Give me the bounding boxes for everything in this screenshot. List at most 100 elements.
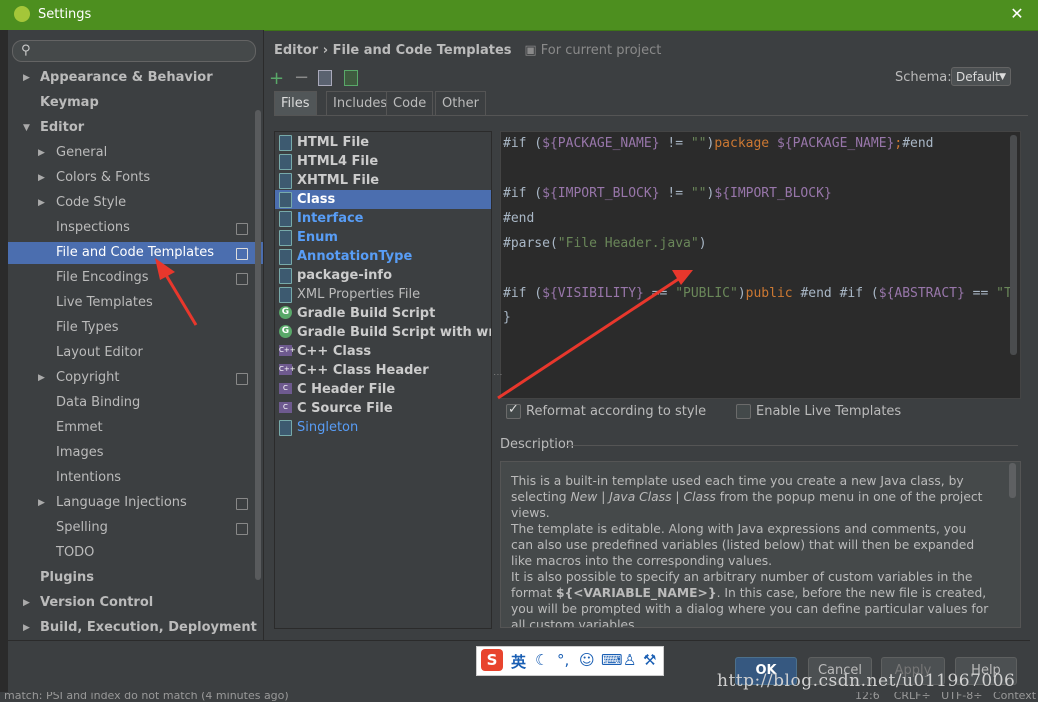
project-scope-icon: [236, 223, 248, 235]
template-label: Interface: [297, 211, 364, 226]
chevron-right-icon[interactable]: ▶: [38, 373, 45, 383]
sidebar-item-colors-fonts[interactable]: Colors & Fonts: [56, 167, 150, 189]
sidebar-item-file-types[interactable]: File Types: [56, 317, 119, 339]
desc-java-class: Java Class: [609, 490, 672, 504]
sidebar-item-plugins[interactable]: Plugins: [40, 567, 94, 589]
template-item[interactable]: C C Source File: [275, 399, 491, 418]
copy-template-icon[interactable]: [318, 70, 332, 86]
chevron-right-icon[interactable]: ▶: [38, 498, 45, 508]
chevron-down-icon[interactable]: ▼: [23, 123, 30, 133]
schema-label: Schema:: [895, 70, 952, 85]
sidebar-item-images[interactable]: Images: [56, 442, 104, 464]
background-window-edge: [0, 30, 8, 702]
template-item[interactable]: Class: [275, 190, 491, 209]
punctuation-icon[interactable]: °,: [557, 651, 569, 669]
template-item[interactable]: G Gradle Build Script with wrappe: [275, 323, 491, 342]
template-item[interactable]: Enum: [275, 228, 491, 247]
template-item[interactable]: AnnotationType: [275, 247, 491, 266]
sidebar-item-live-templates[interactable]: Live Templates: [56, 292, 153, 314]
keyboard-icon[interactable]: ⌨: [601, 651, 623, 669]
sidebar-item-version-control[interactable]: Version Control: [40, 592, 153, 614]
sidebar-item-general[interactable]: General: [56, 142, 107, 164]
template-label: C++ Class: [297, 344, 372, 359]
template-item[interactable]: HTML File: [275, 133, 491, 152]
schema-select[interactable]: Default ▼: [951, 67, 1011, 86]
editor-scrollbar[interactable]: [1010, 135, 1017, 355]
window-title: Settings: [38, 7, 92, 22]
sidebar-item-file-encodings[interactable]: File Encodings: [56, 267, 149, 289]
breadcrumb-separator: ›: [322, 43, 329, 58]
sidebar-item-language-injections[interactable]: Language Injections: [56, 492, 187, 514]
tab-other[interactable]: Other: [435, 91, 486, 116]
template-item[interactable]: HTML4 File: [275, 152, 491, 171]
chevron-right-icon[interactable]: ▶: [23, 598, 30, 608]
emoji-icon[interactable]: ☺: [579, 651, 595, 669]
template-item[interactable]: G Gradle Build Script: [275, 304, 491, 323]
reset-template-icon[interactable]: [344, 70, 358, 86]
sidebar-item-emmet[interactable]: Emmet: [56, 417, 103, 439]
sidebar-item-inspections[interactable]: Inspections: [56, 217, 130, 239]
sidebar-item-todo[interactable]: TODO: [56, 542, 94, 564]
template-item[interactable]: package-info: [275, 266, 491, 285]
sidebar-item-layout-editor[interactable]: Layout Editor: [56, 342, 143, 364]
live-templates-checkbox[interactable]: [736, 404, 751, 419]
template-list[interactable]: HTML File HTML4 File XHTML File Class Interf…: [274, 131, 492, 629]
sidebar-item-keymap[interactable]: Keymap: [40, 92, 99, 114]
project-scope-icon: [236, 248, 248, 260]
java-class-icon: [279, 230, 292, 246]
scope-text: For current project: [540, 43, 662, 58]
template-item[interactable]: C++ C++ Class: [275, 342, 491, 361]
template-item[interactable]: XHTML File: [275, 171, 491, 190]
splitter-handle[interactable]: ⋮: [492, 370, 502, 379]
sidebar-item-code-style[interactable]: Code Style: [56, 192, 126, 214]
search-input[interactable]: ⚲: [12, 40, 256, 62]
breadcrumb: Editor › File and Code Templates ▣ For c…: [274, 43, 661, 58]
reformat-label: Reformat according to style: [526, 404, 707, 419]
add-template-icon[interactable]: +: [269, 68, 284, 89]
template-item[interactable]: Interface: [275, 209, 491, 228]
template-item[interactable]: C++ C++ Class Header: [275, 361, 491, 380]
sogou-logo-icon[interactable]: S: [481, 649, 503, 671]
description-scrollbar[interactable]: [1009, 463, 1016, 498]
tab-files[interactable]: Files: [274, 91, 317, 116]
wrench-icon[interactable]: ⚒: [643, 651, 656, 669]
sidebar-item-file-and-code-templates[interactable]: File and Code Templates: [56, 242, 214, 264]
remove-template-icon[interactable]: −: [294, 67, 309, 88]
project-scope-icon: ▣: [524, 43, 537, 58]
watermark: http://blog.csdn.net/u011967006: [717, 671, 1016, 691]
user-icon[interactable]: ♙: [623, 651, 636, 669]
sidebar-item-editor[interactable]: Editor: [40, 117, 84, 139]
sidebar-item-spelling[interactable]: Spelling: [56, 517, 108, 539]
html-file-icon: [279, 173, 292, 189]
template-item[interactable]: C C Header File: [275, 380, 491, 399]
tab-code[interactable]: Code: [386, 91, 434, 116]
sidebar-item-intentions[interactable]: Intentions: [56, 467, 121, 489]
chevron-right-icon[interactable]: ▶: [38, 173, 45, 183]
description-panel[interactable]: This is a built-in template used each ti…: [500, 461, 1021, 628]
chevron-right-icon[interactable]: ▶: [38, 198, 45, 208]
template-item[interactable]: XML Properties File: [275, 285, 491, 304]
java-class-icon: [279, 420, 292, 436]
sidebar-item-data-binding[interactable]: Data Binding: [56, 392, 140, 414]
chevron-right-icon[interactable]: ▶: [23, 623, 30, 633]
template-code-editor[interactable]: #if (${PACKAGE_NAME} != "")package ${PAC…: [500, 131, 1021, 399]
ime-toolbar[interactable]: S 英 ☾ °, ☺ ⌨ ♙ ⚒: [476, 646, 664, 676]
sidebar-item-copyright[interactable]: Copyright: [56, 367, 120, 389]
reformat-checkbox[interactable]: [506, 402, 521, 419]
sidebar-item-build-execution-deployment[interactable]: Build, Execution, Deployment: [40, 617, 257, 639]
desc-new: New: [570, 490, 598, 504]
ime-mode-label[interactable]: 英: [511, 651, 526, 672]
description-text: This is a built-in template used each ti…: [511, 473, 991, 627]
xml-file-icon: [279, 287, 292, 303]
code-line: #if (${IMPORT_BLOCK} != "")${IMPORT_BLOC…: [503, 186, 832, 201]
sidebar-scrollbar[interactable]: [255, 110, 261, 580]
template-item[interactable]: Singleton: [275, 418, 491, 437]
chevron-right-icon[interactable]: ▶: [23, 73, 30, 83]
moon-icon[interactable]: ☾: [535, 651, 548, 669]
close-icon[interactable]: ✕: [1006, 4, 1028, 24]
tab-includes[interactable]: Includes: [326, 91, 395, 116]
sidebar-item-appearance-behavior[interactable]: Appearance & Behavior: [40, 67, 213, 89]
chevron-right-icon[interactable]: ▶: [38, 148, 45, 158]
search-icon: ⚲: [21, 43, 31, 58]
template-label: Gradle Build Script: [297, 306, 436, 321]
